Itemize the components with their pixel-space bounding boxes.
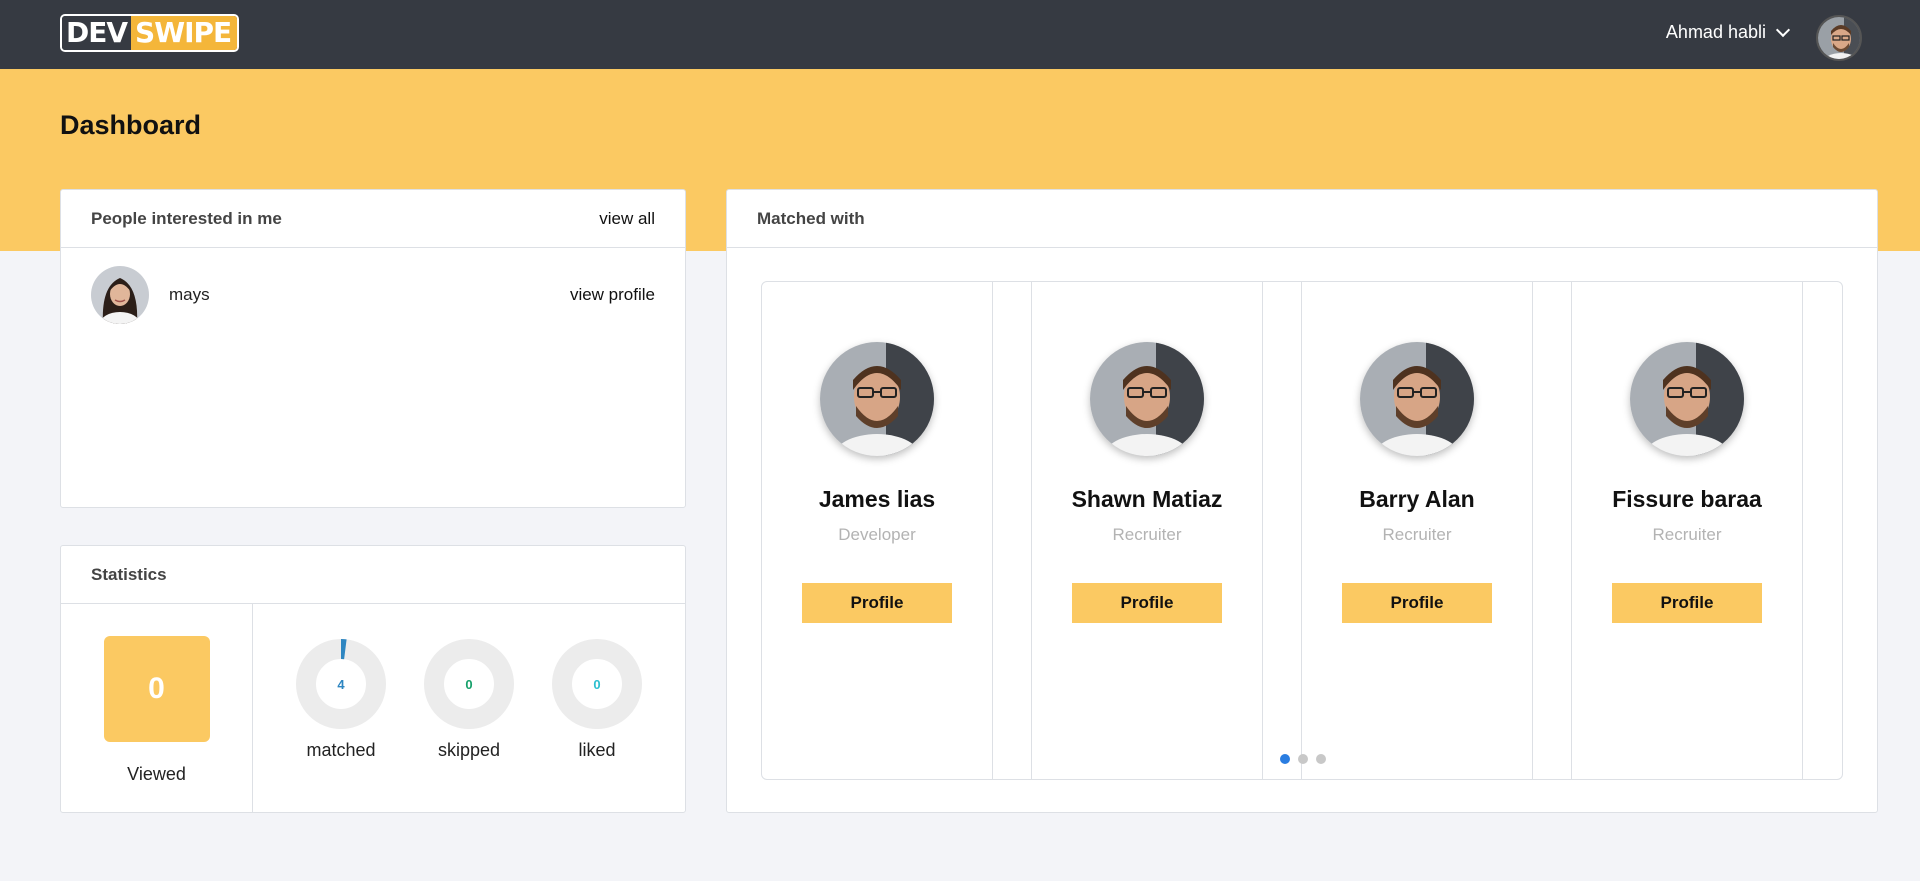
interested-card-title: People interested in me: [91, 208, 282, 228]
profile-button[interactable]: Profile: [1342, 583, 1492, 623]
match-role: Recruiter: [1652, 525, 1722, 544]
avatar: [1090, 342, 1204, 456]
user-avatar[interactable]: [1816, 15, 1862, 61]
man-portrait-icon: [1090, 342, 1204, 456]
top-navbar: DEV SWIPE Ahmad habli: [0, 0, 1920, 69]
carousel-dot[interactable]: [1298, 754, 1308, 764]
viewed-stat: 0 Viewed: [61, 604, 253, 813]
donut-label: matched: [306, 740, 376, 760]
match-name: Barry Alan: [1359, 486, 1475, 512]
logo-text-swipe: SWIPE: [131, 16, 238, 50]
carousel-pagination: [1280, 754, 1326, 764]
donut-label: skipped: [437, 740, 501, 760]
donut-chart: 4: [296, 639, 386, 729]
user-menu-dropdown[interactable]: Ahmad habli: [1665, 22, 1791, 43]
match-name: Shawn Matiaz: [1071, 486, 1223, 512]
donut-chart: 0: [424, 639, 514, 729]
view-all-link[interactable]: view all: [599, 209, 655, 229]
match-card: James lias Developer Profile: [762, 282, 993, 779]
avatar: [820, 342, 934, 456]
viewed-count: 0: [148, 672, 165, 705]
donut-value: 0: [593, 677, 600, 692]
man-portrait-icon: [820, 342, 934, 456]
page-title: Dashboard: [60, 110, 202, 140]
match-role: Developer: [838, 525, 916, 544]
match-card: Shawn Matiaz Recruiter Profile: [1031, 282, 1263, 779]
logo-text-dev: DEV: [62, 16, 132, 50]
interested-card-header: People interested in me view all: [61, 190, 685, 248]
donut-matched: 4 matched: [295, 638, 387, 813]
match-role: Recruiter: [1382, 525, 1452, 544]
avatar: [1360, 342, 1474, 456]
avatar: [1630, 342, 1744, 456]
chevron-down-icon: [1775, 22, 1791, 37]
statistics-card: Statistics 0 Viewed 4 matched 0 skipped …: [60, 545, 686, 813]
carousel-dot[interactable]: [1280, 754, 1290, 764]
profile-button[interactable]: Profile: [802, 583, 952, 623]
profile-button[interactable]: Profile: [1072, 583, 1222, 623]
donut-value: 4: [337, 677, 345, 692]
carousel-dot[interactable]: [1316, 754, 1326, 764]
donut-chart: 0: [552, 639, 642, 729]
donut-value: 0: [465, 677, 472, 692]
user-name: Ahmad habli: [1665, 22, 1766, 42]
interested-card: People interested in me view all mays vi…: [60, 189, 686, 508]
match-card: Fissure baraa Recruiter Profile: [1571, 282, 1803, 779]
matched-card-title: Matched with: [757, 208, 865, 228]
man-portrait-icon: [1630, 342, 1744, 456]
person-name: mays: [169, 285, 210, 304]
matched-card: Matched with James lias Developer Profil…: [726, 189, 1878, 813]
statistics-card-title: Statistics: [91, 564, 167, 584]
devswipe-logo[interactable]: DEV SWIPE: [60, 14, 240, 52]
donut-charts: 4 matched 0 skipped 0 liked: [253, 604, 685, 813]
statistics-card-header: Statistics: [61, 546, 685, 604]
donut-liked: 0 liked: [551, 638, 643, 813]
donut-skipped: 0 skipped: [423, 638, 515, 813]
avatar: [91, 266, 149, 324]
woman-portrait-icon: [91, 266, 149, 324]
matched-carousel[interactable]: James lias Developer Profile Shawn Matia…: [761, 281, 1843, 780]
man-portrait-icon: [1360, 342, 1474, 456]
matched-card-header: Matched with: [727, 190, 1877, 248]
viewed-label: Viewed: [127, 764, 186, 784]
match-card: Barry Alan Recruiter Profile: [1301, 282, 1533, 779]
viewed-count-box: 0: [103, 636, 210, 742]
match-name: James lias: [818, 486, 936, 512]
match-name: Fissure baraa: [1612, 486, 1762, 512]
man-portrait-icon: [1818, 17, 1860, 59]
match-role: Recruiter: [1112, 525, 1182, 544]
donut-label: liked: [578, 740, 616, 760]
profile-button[interactable]: Profile: [1612, 583, 1762, 623]
view-profile-link[interactable]: view profile: [570, 285, 655, 305]
list-item: mays view profile: [61, 248, 685, 342]
